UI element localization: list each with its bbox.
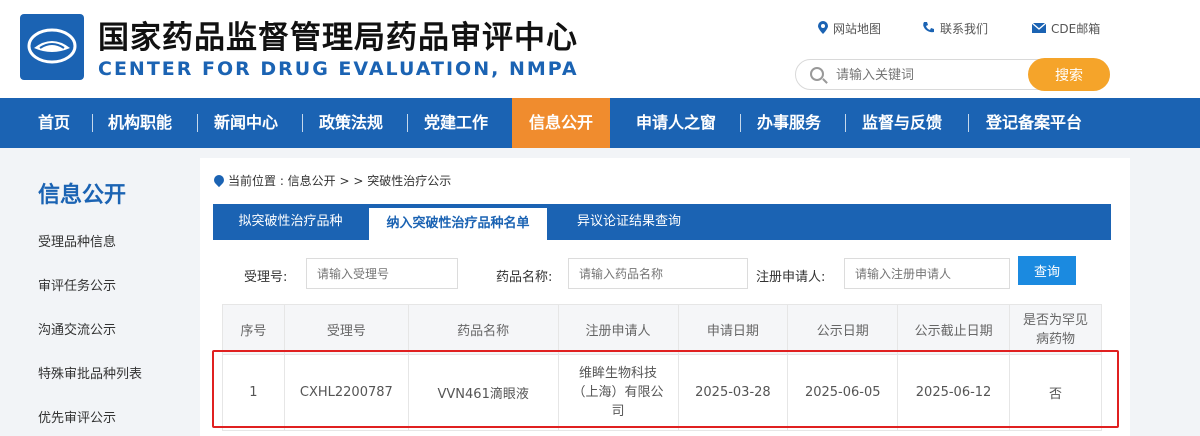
column-header: 受理号	[283, 304, 409, 355]
site-header: 国家药品监督管理局药品审评中心 CENTER FOR DRUG EVALUATI…	[0, 0, 1200, 98]
accept-no-input[interactable]	[306, 258, 458, 289]
drug-name-input[interactable]	[568, 258, 748, 289]
mail-icon	[1031, 22, 1047, 36]
nav-news[interactable]: 新闻中心	[214, 98, 278, 148]
table-header-row: 序号 受理号 药品名称 注册申请人 申请日期 公示日期 公示截止日期 是否为罕见…	[222, 304, 1103, 355]
column-header: 药品名称	[407, 304, 559, 355]
tab-objection-results[interactable]: 异议论证结果查询	[559, 204, 699, 240]
column-header: 注册申请人	[557, 304, 679, 355]
sidebar-item-review-tasks[interactable]: 审评任务公示	[38, 275, 116, 294]
rare-disease-header: 是否为罕见病药物	[1022, 312, 1088, 347]
nav-registration[interactable]: 登记备案平台	[986, 98, 1082, 148]
main-nav: 首页 机构职能 新闻中心 政策法规 党建工作 信息公开 申请人之窗 办事服务 监…	[0, 98, 1200, 148]
drug-name-label: 药品名称:	[496, 270, 553, 285]
nav-home[interactable]: 首页	[38, 98, 70, 148]
cell-index: 1	[222, 354, 285, 431]
column-header: 公示日期	[787, 304, 899, 355]
filter-bar: 受理号: 药品名称: 注册申请人: 查询	[224, 254, 1102, 294]
tab-included-breakthrough[interactable]: 纳入突破性治疗品种名单	[369, 208, 547, 240]
contact-link[interactable]: 联系我们	[922, 20, 988, 37]
cde-logo[interactable]	[20, 14, 84, 80]
breadcrumb: 当前位置 : 信息公开 > > 突破性治疗公示	[214, 172, 451, 189]
column-header: 序号	[222, 304, 285, 355]
nav-divider	[92, 114, 93, 132]
nav-divider	[197, 114, 198, 132]
nav-divider	[968, 114, 969, 132]
search-input[interactable]	[836, 65, 1021, 85]
location-pin-icon	[214, 175, 224, 187]
sidebar-item-accepted[interactable]: 受理品种信息	[38, 231, 116, 250]
applicant-name: 维眸生物科技（上海）有限公司	[572, 366, 664, 419]
sidebar-item-special-approval[interactable]: 特殊审批品种列表	[38, 363, 142, 382]
nav-divider	[407, 114, 408, 132]
mail-link[interactable]: CDE邮箱	[1031, 20, 1101, 37]
nav-divider	[302, 114, 303, 132]
cell-publish-date: 2025-06-05	[787, 354, 899, 431]
nav-info-public[interactable]: 信息公开	[512, 98, 611, 148]
nav-divider	[845, 114, 846, 132]
cell-applicant: 维眸生物科技（上海）有限公司	[557, 354, 679, 431]
column-header: 公示截止日期	[897, 304, 1010, 355]
location-icon	[818, 20, 828, 37]
contact-label: 联系我们	[940, 22, 989, 36]
search-icon	[810, 67, 824, 81]
results-table: 序号 受理号 药品名称 注册申请人 申请日期 公示日期 公示截止日期 是否为罕见…	[222, 304, 1103, 431]
nav-party[interactable]: 党建工作	[424, 98, 488, 148]
phone-icon	[922, 21, 935, 37]
cell-apply-date: 2025-03-28	[677, 354, 789, 431]
query-button[interactable]: 查询	[1018, 256, 1076, 285]
accept-no-label: 受理号:	[244, 270, 288, 285]
column-header: 申请日期	[677, 304, 789, 355]
site-title: 国家药品监督管理局药品审评中心	[98, 20, 578, 56]
nav-divider	[740, 114, 741, 132]
applicant-label: 注册申请人:	[756, 270, 826, 285]
applicant-input[interactable]	[844, 258, 1010, 289]
breadcrumb-text: 当前位置 : 信息公开 > > 突破性治疗公示	[228, 174, 452, 188]
cell-drug-name: VVN461滴眼液	[407, 354, 559, 431]
column-header: 是否为罕见病药物	[1008, 304, 1103, 355]
cell-rare-disease: 否	[1008, 354, 1103, 431]
table-row[interactable]: 1 CXHL2200787 VVN461滴眼液 维眸生物科技（上海）有限公司 2…	[222, 354, 1103, 431]
tab-bar: 拟突破性治疗品种 纳入突破性治疗品种名单 异议论证结果查询	[213, 204, 1111, 240]
sitemap-label: 网站地图	[833, 22, 882, 36]
sidebar: 信息公开 受理品种信息 审评任务公示 沟通交流公示 特殊审批品种列表 优先审评公…	[20, 163, 190, 436]
nav-institution[interactable]: 机构职能	[108, 98, 172, 148]
site-subtitle: CENTER FOR DRUG EVALUATION, NMPA	[98, 58, 579, 80]
content-panel: 当前位置 : 信息公开 > > 突破性治疗公示 拟突破性治疗品种 纳入突破性治疗…	[200, 158, 1130, 436]
cell-accept-no: CXHL2200787	[283, 354, 409, 431]
tab-proposed-breakthrough[interactable]: 拟突破性治疗品种	[223, 204, 358, 240]
sitemap-link[interactable]: 网站地图	[818, 20, 881, 37]
search-button[interactable]: 搜索	[1028, 58, 1110, 91]
sidebar-title: 信息公开	[38, 183, 127, 208]
nav-services[interactable]: 办事服务	[757, 98, 821, 148]
cell-deadline-date: 2025-06-12	[897, 354, 1010, 431]
nav-supervision[interactable]: 监督与反馈	[862, 98, 942, 148]
nav-applicant[interactable]: 申请人之窗	[636, 98, 716, 148]
sidebar-item-communication[interactable]: 沟通交流公示	[38, 319, 116, 338]
sidebar-item-priority-review[interactable]: 优先审评公示	[38, 407, 116, 426]
nav-policy[interactable]: 政策法规	[319, 98, 383, 148]
mail-label: CDE邮箱	[1051, 22, 1101, 36]
